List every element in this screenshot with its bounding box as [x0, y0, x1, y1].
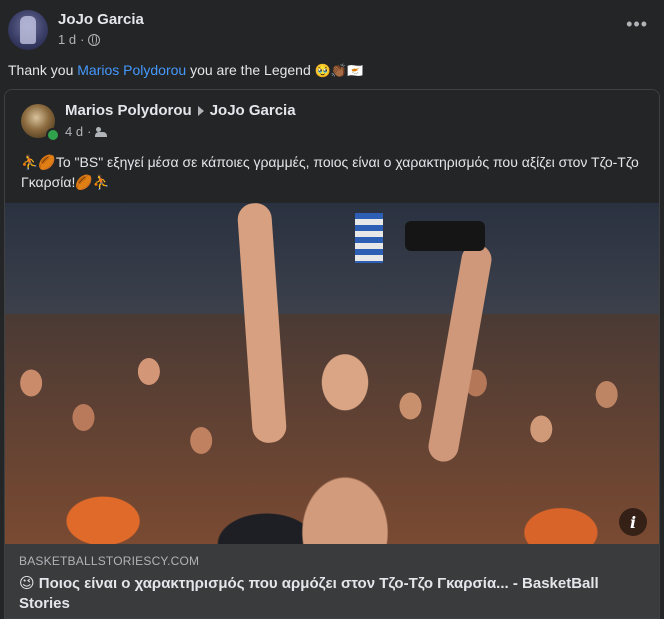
- meta-separator: ·: [80, 32, 85, 47]
- post-author-name[interactable]: JoJo Garcia: [58, 11, 144, 28]
- triangle-arrow-icon: [197, 105, 204, 116]
- avatar-figure: [20, 16, 36, 44]
- mention-link[interactable]: Marios Polydorou: [77, 62, 186, 78]
- shared-post-text: ⛹️🏉Το "BS" εξηγεί μέσα σε κάποιες γραμμέ…: [21, 154, 639, 190]
- caption-emojis: 🥹👏🏾🇨🇾: [314, 63, 364, 78]
- link-title[interactable]: 😉 Ποιος είναι ο χαρακτηρισμός που αρμόζε…: [19, 574, 639, 614]
- link-preview-image[interactable]: i: [5, 203, 659, 544]
- link-preview[interactable]: BASKETBALLSTORIESCY.COM 😉 Ποιος είναι ο …: [5, 544, 659, 618]
- caption-prefix: Thank you: [8, 62, 78, 78]
- shared-author-line: Marios Polydorou JoJo Garcia: [65, 102, 296, 119]
- post-caption: Thank you Marios Polydorou you are the L…: [8, 62, 363, 79]
- online-status-icon: [46, 128, 60, 142]
- player-figure: [275, 313, 415, 544]
- friends-icon: [95, 126, 108, 137]
- shared-post-card[interactable]: Marios Polydorou JoJo Garcia 4 d · ⛹️🏉Το…: [4, 89, 660, 619]
- flag-image-area: [355, 213, 383, 263]
- author-avatar[interactable]: [8, 10, 48, 50]
- shared-meta-separator: ·: [87, 124, 92, 139]
- info-icon[interactable]: i: [619, 508, 647, 536]
- link-domain: BASKETBALLSTORIESCY.COM: [19, 554, 200, 568]
- camera-image-area: [405, 221, 485, 251]
- more-options-button[interactable]: •••: [626, 15, 648, 33]
- post-meta: 1 d ·: [58, 32, 101, 47]
- shared-meta: 4 d ·: [65, 124, 108, 139]
- shared-target-name[interactable]: JoJo Garcia: [210, 102, 296, 119]
- shared-author-name[interactable]: Marios Polydorou: [65, 102, 192, 119]
- caption-suffix: you are the Legend: [186, 62, 311, 78]
- shared-time[interactable]: 4 d: [65, 124, 83, 139]
- globe-icon: [88, 33, 101, 46]
- post-time[interactable]: 1 d: [58, 32, 76, 47]
